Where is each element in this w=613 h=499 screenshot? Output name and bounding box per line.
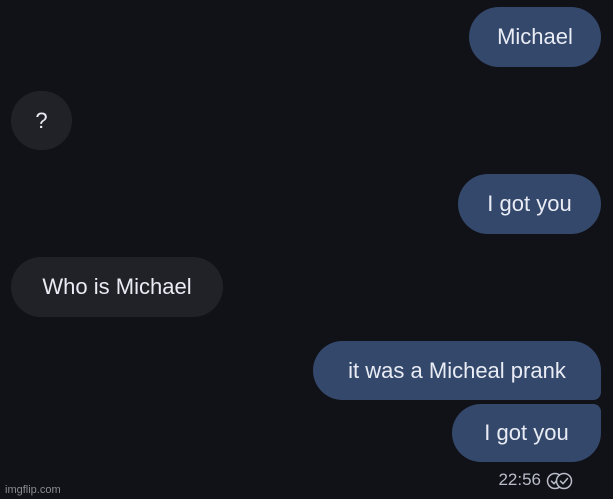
message-text: I got you [487,191,572,216]
watermark: imgflip.com [5,484,61,496]
received-message-bubble[interactable]: Who is Michael [11,257,223,317]
message-timestamp: 22:56 [498,470,541,489]
message-text: it was a Micheal prank [348,357,566,383]
double-check-circle-icon [546,472,573,490]
sent-message-bubble[interactable]: I got you [452,404,601,462]
message-text: Who is Michael [42,274,192,299]
message-text: ? [35,107,48,133]
message-text: I got you [484,420,569,445]
message-text: Michael [497,24,573,49]
sent-message-bubble[interactable]: I got you [458,174,601,234]
sent-message-bubble[interactable]: Michael [469,7,601,67]
sent-message-bubble[interactable]: it was a Micheal prank [313,341,601,400]
received-message-bubble[interactable]: ? [11,91,72,150]
